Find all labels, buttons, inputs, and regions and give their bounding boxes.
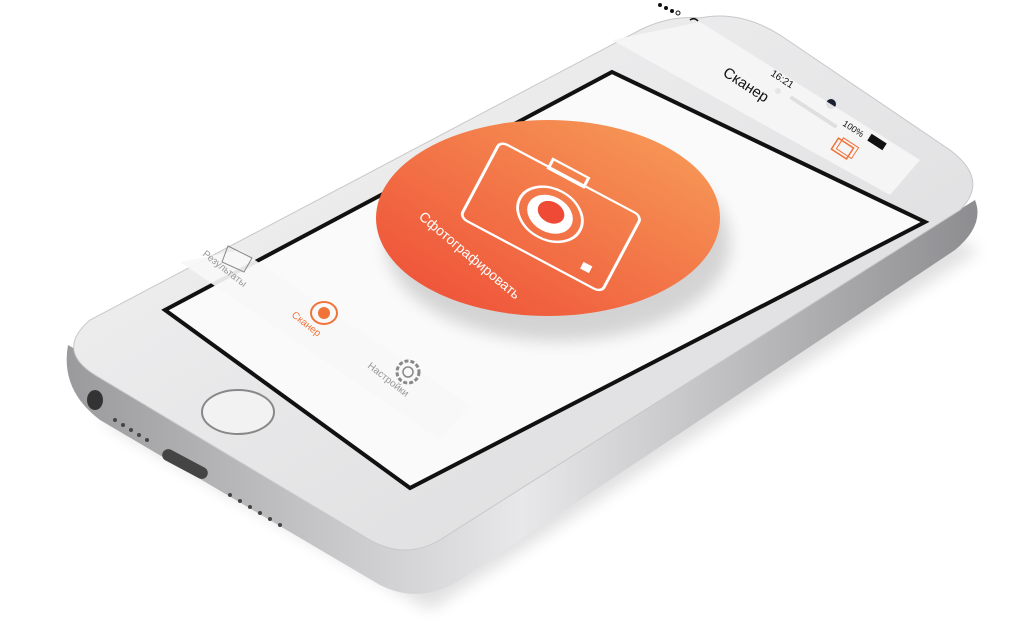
headphone-jack — [87, 390, 103, 410]
signal-icon — [658, 3, 681, 16]
capture-button[interactable]: Сфотографировать — [376, 120, 730, 341]
home-button[interactable] — [201, 389, 275, 435]
phone-render: 16:21 Сканер 100% Сфотографировать Резул… — [66, 3, 980, 610]
